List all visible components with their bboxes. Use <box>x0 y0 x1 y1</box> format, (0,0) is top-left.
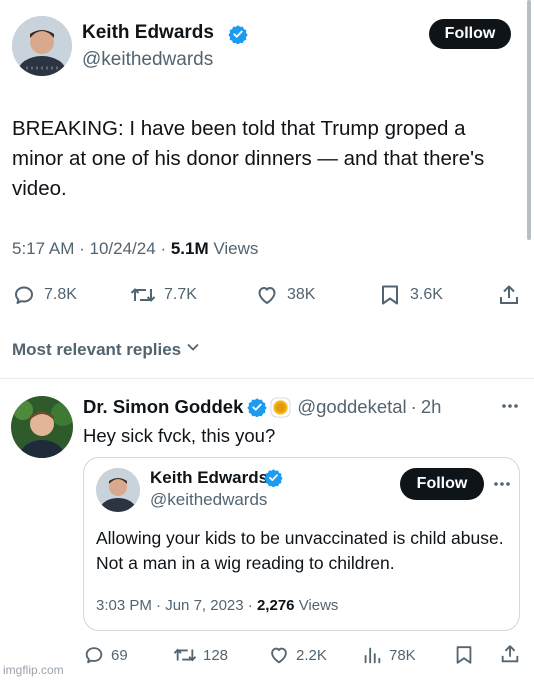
reply-views-count: 78K <box>389 646 416 664</box>
tweet-time[interactable]: 5:17 AM <box>12 239 74 258</box>
meta-separator: · <box>410 396 417 417</box>
tweet-text: BREAKING: I have been told that Trump gr… <box>12 117 485 200</box>
meta-separator: · <box>79 239 85 258</box>
more-icon[interactable] <box>500 398 520 419</box>
reply-like-action[interactable]: 2.2K <box>268 644 327 666</box>
reply-age[interactable]: 2h <box>421 396 442 418</box>
replies-sort-dropdown[interactable]: Most relevant replies <box>12 339 201 360</box>
quoted-avatar[interactable] <box>96 468 140 512</box>
repost-icon <box>173 644 197 666</box>
reply-author-handle[interactable]: @goddeketal <box>297 396 406 418</box>
bookmark-action[interactable]: 3.6K <box>378 283 443 307</box>
verified-badge-icon <box>247 397 268 417</box>
quoted-tweet-text: Allowing your kids to be unvaccinated is… <box>96 528 504 573</box>
quoted-views-count: 2,276 <box>256 597 295 614</box>
reply-like-count: 2.2K <box>296 646 327 664</box>
views-label: Views <box>213 239 259 258</box>
bookmark-count: 3.6K <box>410 286 443 303</box>
tweet-date[interactable]: 10/24/24 <box>90 239 156 258</box>
quoted-views-label: Views <box>298 597 339 614</box>
reply-reply-count: 69 <box>111 646 128 664</box>
chevron-down-icon <box>185 339 201 360</box>
quoted-tweet-time[interactable]: 3:03 PM <box>96 597 152 614</box>
quoted-follow-button[interactable]: Follow <box>400 468 484 500</box>
reply-icon <box>12 283 36 307</box>
quoted-author-handle[interactable]: @keithedwards <box>150 490 267 510</box>
reply-repost-count: 128 <box>203 646 229 664</box>
reply-views-action[interactable]: 78K <box>361 644 416 666</box>
views-icon <box>361 644 383 666</box>
author-handle[interactable]: @keithedwards <box>82 49 213 71</box>
like-icon <box>268 644 290 666</box>
verified-badge-icon <box>264 468 283 492</box>
section-divider <box>0 378 534 379</box>
quoted-author-name[interactable]: Keith Edwards <box>150 468 268 488</box>
reply-text: Hey sick fvck, this you? <box>83 425 276 446</box>
reply-repost-action[interactable]: 128 <box>173 644 228 666</box>
share-action[interactable] <box>497 283 521 307</box>
like-count: 38K <box>287 286 316 303</box>
share-icon[interactable] <box>499 643 521 670</box>
avatar[interactable] <box>12 16 72 76</box>
reply-reply-action[interactable]: 69 <box>83 644 128 666</box>
bookmark-icon[interactable] <box>453 644 475 671</box>
repost-count: 7.7K <box>164 286 197 303</box>
like-icon <box>255 283 279 307</box>
meta-separator: · <box>160 239 167 258</box>
tweet-meta: 5:17 AM · 10/24/24 · 5.1M Views <box>12 239 258 259</box>
reply-icon <box>83 644 105 666</box>
replies-sort-label: Most relevant replies <box>12 339 182 359</box>
repost-icon <box>130 283 156 307</box>
scrollbar[interactable] <box>527 0 531 240</box>
repost-action[interactable]: 7.7K <box>130 283 197 307</box>
reply-avatar[interactable] <box>11 396 73 458</box>
gold-affiliate-badge-icon <box>270 396 291 418</box>
reply-author-name[interactable]: Dr. Simon Goddek <box>83 396 243 418</box>
like-action[interactable]: 38K <box>255 283 315 307</box>
views-count: 5.1M <box>170 239 209 258</box>
quoted-tweet-meta: 3:03 PM · Jun 7, 2023 · 2,276 Views <box>96 597 338 614</box>
quoted-tweet-date[interactable]: Jun 7, 2023 <box>165 597 243 614</box>
reply-count: 7.8K <box>44 286 77 303</box>
meta-separator: · <box>247 597 253 614</box>
reply-header: Dr. Simon Goddek @goddeketal · 2h <box>83 396 441 418</box>
follow-button[interactable]: Follow <box>429 19 511 49</box>
bookmark-icon <box>378 283 402 307</box>
reply-action[interactable]: 7.8K <box>12 283 77 307</box>
quoted-tweet-card[interactable]: Keith Edwards @keithedwards Follow Allow… <box>83 457 520 631</box>
watermark: imgflip.com <box>3 663 64 677</box>
share-icon <box>497 283 521 307</box>
more-icon[interactable] <box>492 476 512 497</box>
meta-separator: · <box>156 597 162 614</box>
verified-badge-icon <box>228 24 248 49</box>
author-name[interactable]: Keith Edwards <box>82 22 214 44</box>
